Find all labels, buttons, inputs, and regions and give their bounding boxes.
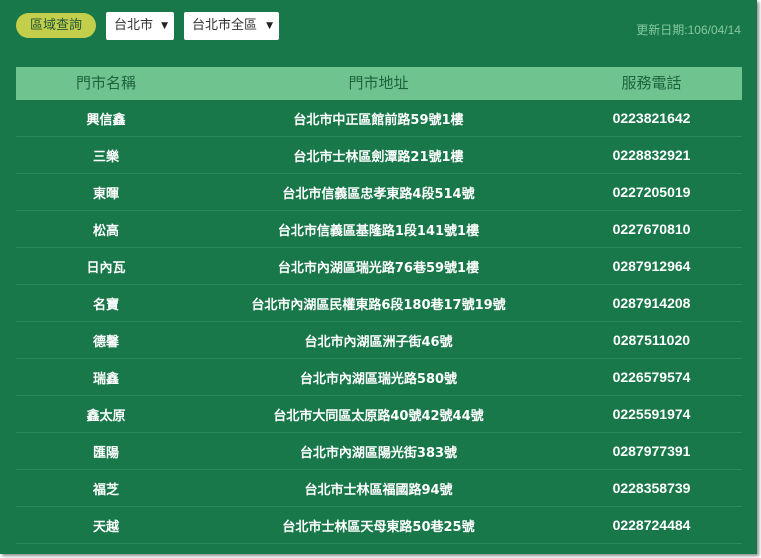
store-address: 台北市內湖區民權東路6段180巷17號19號: [251, 297, 506, 313]
store-address: 台北市大同區太原路40號42號44號: [273, 408, 484, 424]
store-name: 日內瓦: [86, 260, 126, 276]
store-name: 福芝: [92, 482, 119, 498]
table-row: 名寶 台北市內湖區民權東路6段180巷17號19號 0287914208: [16, 285, 742, 322]
store-address: 台北市內湖區瑞光路76巷59號1樓: [277, 260, 480, 276]
store-address: 台北市內湖區洲子街46號: [304, 334, 453, 350]
store-phone: 0225591974: [612, 406, 691, 422]
store-address: 台北市信義區基隆路1段141號1樓: [277, 223, 480, 239]
toolbar: 區域查詢 台北市 ▼ 台北市全區 ▼ 更新日期:106/04/14: [16, 12, 741, 40]
city-select-value: 台北市: [114, 18, 154, 33]
store-phone: 0287912964: [612, 258, 691, 274]
store-phone: 0226579574: [612, 369, 691, 385]
header-phone: 服務電話: [621, 74, 682, 92]
store-address: 台北市士林區劍潭路21號1樓: [293, 149, 464, 165]
header-store-address: 門市地址: [348, 74, 409, 92]
district-select-value: 台北市全區: [192, 18, 258, 33]
store-name: 鑫太原: [86, 408, 126, 424]
store-phone: 0227670810: [612, 221, 691, 237]
store-address: 台北市信義區忠孝東路4段514號: [282, 186, 475, 202]
table-row: 三樂 台北市士林區劍潭路21號1樓 0228832921: [16, 137, 742, 174]
store-address: 台北市中正區館前路59號1樓: [293, 112, 464, 128]
store-name: 三樂: [92, 149, 119, 165]
table-row: 匯陽 台北市內湖區陽光街383號 0287977391: [16, 433, 742, 470]
store-name: 興信鑫: [86, 112, 126, 128]
store-phone: 0287511020: [612, 332, 691, 348]
table-row: 鑫太原 台北市大同區太原路40號42號44號 0225591974: [16, 396, 742, 433]
store-name: 天越: [92, 519, 119, 535]
store-phone: 0287914208: [612, 295, 691, 311]
table-row: 德馨 台北市內湖區洲子街46號 0287511020: [16, 322, 742, 359]
store-name: 名寶: [92, 297, 119, 313]
table-row: 松高 台北市信義區基隆路1段141號1樓 0227670810: [16, 211, 742, 248]
store-name: 瑞鑫: [92, 371, 119, 387]
store-name: 東暉: [92, 186, 119, 202]
store-name: 匯陽: [92, 445, 119, 461]
table-row: 興信鑫 台北市中正區館前路59號1樓 0223821642: [16, 100, 742, 137]
table-row: 瑞鑫 台北市內湖區瑞光路580號 0226579574: [16, 359, 742, 396]
store-address: 台北市士林區天母東路50巷25號: [282, 519, 475, 535]
store-phone: 0287977391: [612, 443, 691, 459]
store-phone: 0228832921: [612, 147, 691, 163]
header-store-name: 門市名稱: [75, 74, 136, 92]
store-address: 台北市內湖區陽光街383號: [299, 445, 458, 461]
store-name: 松高: [92, 223, 119, 239]
table-row: 天越 台北市士林區天母東路50巷25號 0228724484: [16, 507, 742, 544]
city-select[interactable]: 台北市 ▼: [106, 12, 174, 40]
table-row: 東暉 台北市信義區忠孝東路4段514號 0227205019: [16, 174, 742, 211]
store-address: 台北市士林區福國路94號: [304, 482, 453, 498]
table-row: 日內瓦 台北市內湖區瑞光路76巷59號1樓 0287912964: [16, 248, 742, 285]
store-table: 門市名稱 門市地址 服務電話 興信鑫 台北市中正區館前路59號1樓 02238216…: [16, 67, 742, 544]
store-name: 德馨: [92, 334, 119, 350]
table-header: 門市名稱 門市地址 服務電話: [16, 67, 742, 100]
store-phone: 0228724484: [612, 517, 691, 533]
store-address: 台北市內湖區瑞光路580號: [299, 371, 458, 387]
update-date: 更新日期:106/04/14: [636, 23, 741, 37]
area-query-button[interactable]: 區域查詢: [16, 13, 96, 38]
table-body: 興信鑫 台北市中正區館前路59號1樓 0223821642 三樂 台北市士林區劍潭路21…: [16, 100, 742, 544]
store-phone: 0228358739: [612, 480, 691, 496]
dropdown-caret-icon: ▼: [161, 21, 168, 31]
store-phone: 0223821642: [612, 110, 691, 126]
store-lookup-panel: 區域查詢 台北市 ▼ 台北市全區 ▼ 更新日期:106/04/14 門市名稱 門…: [0, 0, 757, 554]
store-phone: 0227205019: [612, 184, 691, 200]
dropdown-caret-icon: ▼: [266, 21, 273, 31]
table-row: 福芝 台北市士林區福國路94號 0228358739: [16, 470, 742, 507]
district-select[interactable]: 台北市全區 ▼: [184, 12, 279, 40]
